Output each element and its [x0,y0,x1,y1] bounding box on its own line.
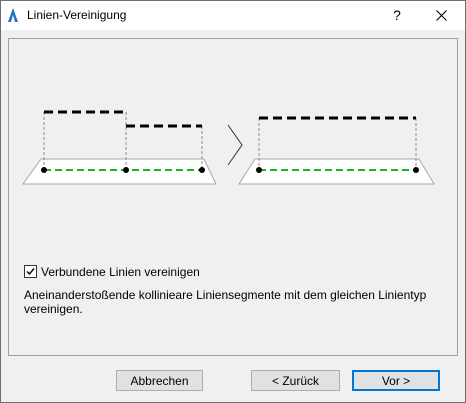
back-button[interactable]: < Zurück [251,370,340,391]
line-merge-illustration [22,110,435,185]
after-plane [238,158,435,185]
merge-lines-label[interactable]: Verbundene Linien vereinigen [41,265,200,279]
before-point-3 [199,167,205,173]
close-icon [435,10,447,21]
cancel-button[interactable]: Abbrechen [116,370,203,391]
help-button[interactable]: ? [375,1,419,30]
after-point-1 [256,167,262,173]
chevron-right-icon [227,124,243,166]
dialog-window: Linien-Vereinigung ? Verbundene Linien v… [0,0,466,403]
next-button[interactable]: Vor > [352,370,440,391]
checkmark-icon [26,268,35,276]
before-plane [22,158,217,185]
merge-lines-checkbox[interactable] [24,265,37,278]
option-description: Aneinanderstoßende kollinieare Linienseg… [24,288,427,316]
app-icon [5,7,21,23]
before-point-2 [123,167,129,173]
after-point-2 [413,167,419,173]
question-mark-icon: ? [393,7,401,23]
title-bar: Linien-Vereinigung ? [1,1,465,30]
content-panel: Verbundene Linien vereinigen Aneinanders… [8,38,458,356]
close-button[interactable] [419,1,463,30]
before-point-1 [41,167,47,173]
window-title: Linien-Vereinigung [27,8,127,22]
